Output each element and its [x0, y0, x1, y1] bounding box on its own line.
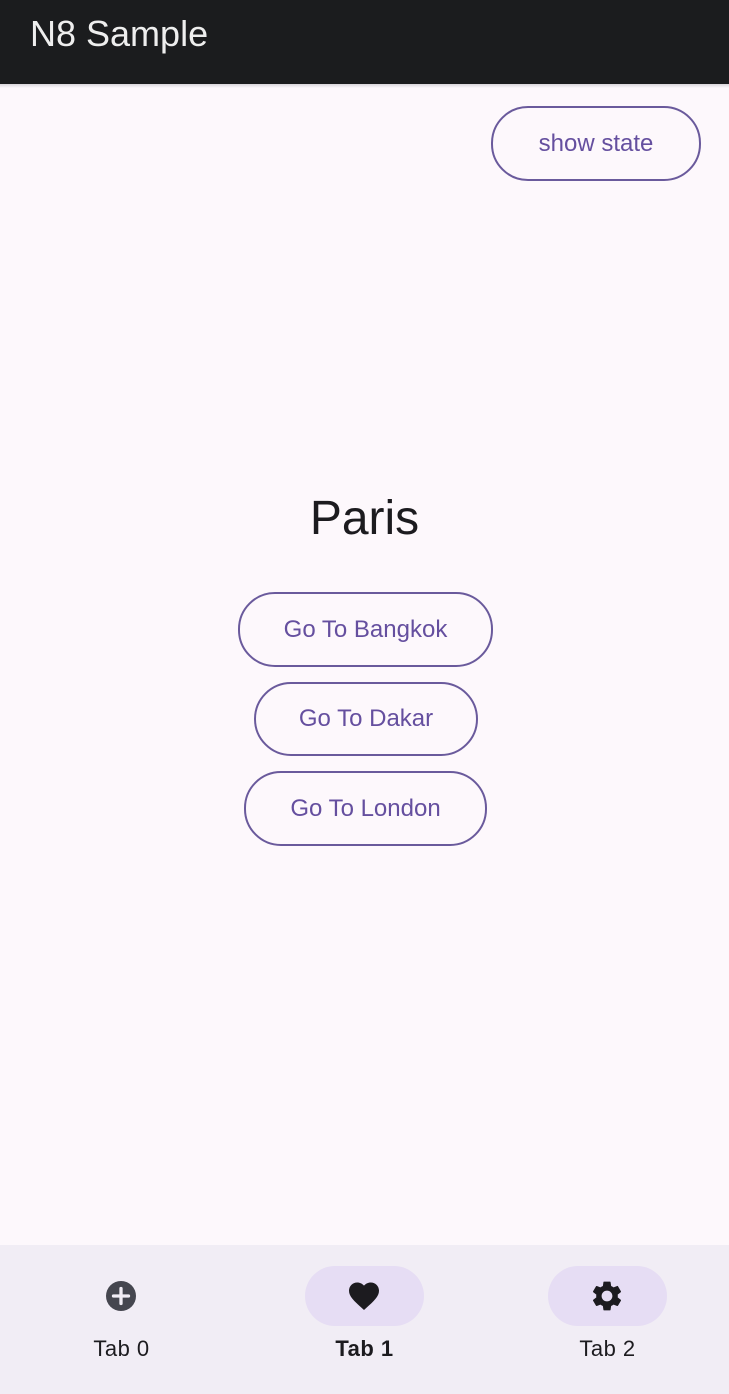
go-to-dakar-button[interactable]: Go To Dakar	[254, 682, 478, 756]
city-title: Paris	[309, 492, 420, 545]
show-state-button[interactable]: show state	[491, 106, 701, 181]
app-root: N8 Sample show state Paris Go To Bangkok…	[0, 0, 729, 1394]
bottom-navigation-bar: Tab 0 Tab 1 Tab 2	[0, 1245, 729, 1394]
go-to-bangkok-button[interactable]: Go To Bangkok	[238, 592, 493, 667]
heart-icon	[346, 1278, 382, 1314]
tab-0[interactable]: Tab 0	[0, 1245, 243, 1394]
go-to-london-button[interactable]: Go To London	[244, 771, 487, 846]
tab-label: Tab 1	[335, 1336, 394, 1361]
app-bar-shadow	[0, 84, 729, 88]
top-app-bar: N8 Sample	[0, 0, 729, 84]
tab-2[interactable]: Tab 2	[486, 1245, 729, 1394]
app-title: N8 Sample	[30, 13, 209, 54]
gear-icon	[589, 1278, 625, 1314]
tab-1[interactable]: Tab 1	[243, 1245, 486, 1394]
tab-label: Tab 2	[579, 1336, 636, 1361]
add-circle-icon	[103, 1278, 139, 1314]
tab-label: Tab 0	[93, 1336, 150, 1361]
